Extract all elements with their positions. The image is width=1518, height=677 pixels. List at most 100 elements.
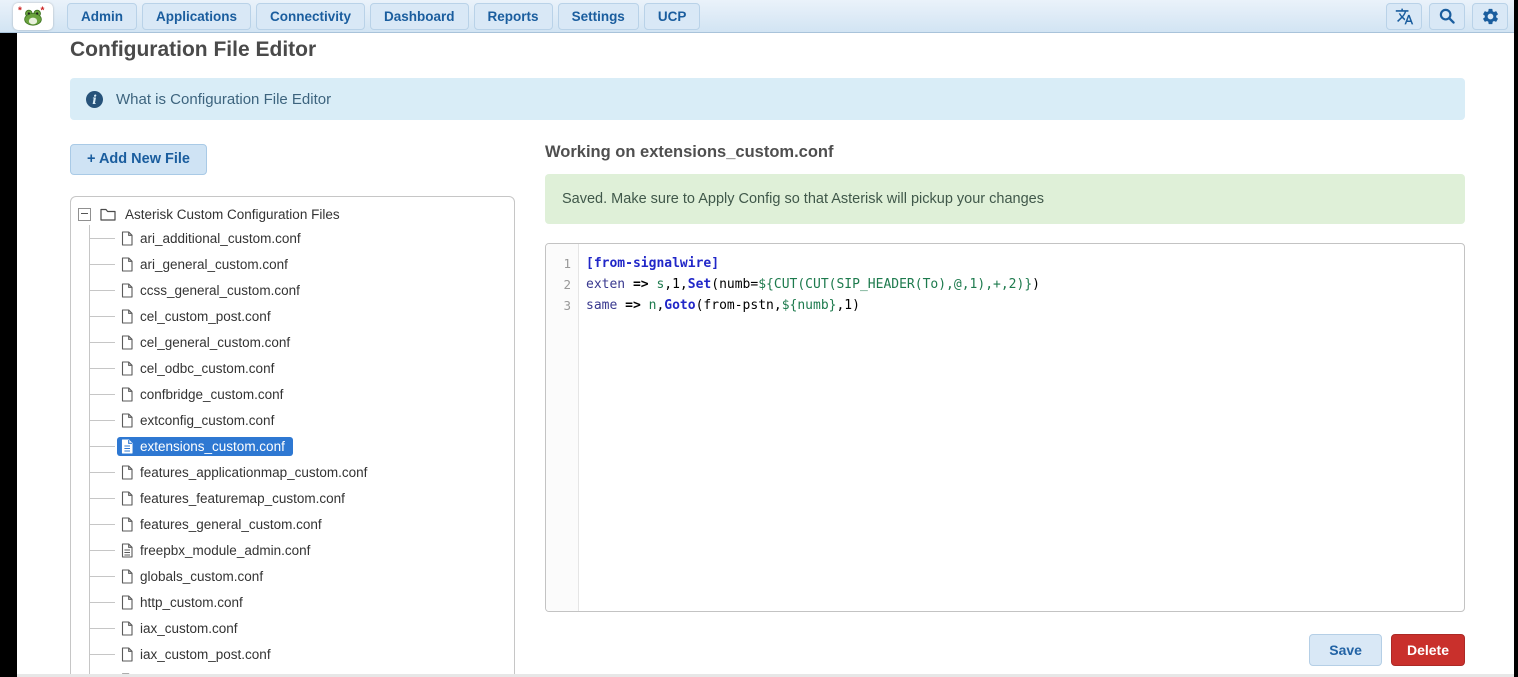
- nav-item-connectivity[interactable]: Connectivity: [256, 3, 365, 30]
- nav-item-reports[interactable]: Reports: [474, 3, 553, 30]
- nav-item-settings[interactable]: Settings: [558, 3, 639, 30]
- line-number: 2: [546, 274, 578, 295]
- info-banner[interactable]: i What is Configuration File Editor: [70, 78, 1465, 120]
- document-icon: [121, 517, 133, 532]
- tree-item-http_custom.conf[interactable]: http_custom.conf: [71, 589, 514, 615]
- freepbx-logo[interactable]: * *: [13, 3, 53, 30]
- tree-connector-line: [89, 420, 115, 421]
- tree-connector-line: [89, 602, 115, 603]
- left-black-strip: [0, 33, 17, 677]
- document-icon: [121, 283, 133, 298]
- document-icon: [121, 231, 133, 246]
- nav-item-applications[interactable]: Applications: [142, 3, 251, 30]
- tree-connector-line: [89, 550, 115, 551]
- nav-item-admin[interactable]: Admin: [67, 3, 137, 30]
- document-icon: [121, 595, 133, 610]
- tree-item-globals_custom.conf[interactable]: globals_custom.conf: [71, 563, 514, 589]
- svg-text:i: i: [92, 93, 97, 107]
- svg-text:*: *: [41, 5, 45, 16]
- nav-items: AdminApplicationsConnectivityDashboardRe…: [67, 3, 700, 30]
- document-icon: [121, 621, 133, 636]
- tree-connector-line: [89, 472, 115, 473]
- tree-item-confbridge_custom.conf[interactable]: confbridge_custom.conf: [71, 381, 514, 407]
- file-tree-panel: Asterisk Custom Configuration Files ari_…: [70, 196, 515, 677]
- save-status-banner: Saved. Make sure to Apply Config so that…: [545, 174, 1465, 224]
- tree-item-ari_general_custom.conf[interactable]: ari_general_custom.conf: [71, 251, 514, 277]
- tree-connector-line: [89, 368, 115, 369]
- tree-connector-line: [89, 342, 115, 343]
- folder-icon: [100, 208, 116, 221]
- tree-item-label: cel_custom_post.conf: [140, 309, 271, 324]
- tree-root-label: Asterisk Custom Configuration Files: [125, 207, 340, 222]
- nav-item-ucp[interactable]: UCP: [644, 3, 701, 30]
- search-button[interactable]: [1429, 3, 1465, 30]
- info-banner-text: What is Configuration File Editor: [116, 91, 331, 108]
- translate-icon: [1395, 7, 1414, 26]
- tree-item-cel_general_custom.conf[interactable]: cel_general_custom.conf: [71, 329, 514, 355]
- code-line[interactable]: exten => s,1,Set(numb=${CUT(CUT(SIP_HEAD…: [586, 274, 1456, 295]
- tree-item-extensions_custom.conf[interactable]: extensions_custom.conf: [71, 433, 514, 459]
- frog-logo-icon: * *: [18, 5, 48, 27]
- tree-item-features_applicationmap_custom.conf[interactable]: features_applicationmap_custom.conf: [71, 459, 514, 485]
- tree-item-label: features_featuremap_custom.conf: [140, 491, 345, 506]
- nav-icon-buttons: [1379, 3, 1508, 30]
- tree-item-label: confbridge_custom.conf: [140, 387, 283, 402]
- tree-item-label: cel_general_custom.conf: [140, 335, 290, 350]
- tree-item-label: cel_odbc_custom.conf: [140, 361, 274, 376]
- tree-item-ccss_general_custom.conf[interactable]: ccss_general_custom.conf: [71, 277, 514, 303]
- document-icon: [121, 361, 133, 376]
- tree-item-label: extensions_custom.conf: [140, 439, 285, 454]
- code-line[interactable]: [from-signalwire]: [586, 253, 1456, 274]
- tree-root-node[interactable]: Asterisk Custom Configuration Files: [71, 203, 514, 225]
- nav-item-dashboard[interactable]: Dashboard: [370, 3, 469, 30]
- tree-item-label: iax_custom.conf: [140, 621, 238, 636]
- tree-connector-line: [89, 628, 115, 629]
- tree-item-label: ari_additional_custom.conf: [140, 231, 301, 246]
- tree-item-label: ari_general_custom.conf: [140, 257, 288, 272]
- tree-item-freepbx_module_admin.conf[interactable]: freepbx_module_admin.conf: [71, 537, 514, 563]
- tree-item-label: iax_custom_post.conf: [140, 647, 271, 662]
- gear-icon: [1481, 7, 1500, 26]
- document-icon: [121, 413, 133, 428]
- code-lines[interactable]: [from-signalwire]exten => s,1,Set(numb=$…: [579, 244, 1464, 611]
- tree-item-cel_odbc_custom.conf[interactable]: cel_odbc_custom.conf: [71, 355, 514, 381]
- tree-connector-line: [89, 498, 115, 499]
- svg-text:*: *: [18, 5, 22, 16]
- tree-connector-line: [89, 524, 115, 525]
- document-icon: [121, 335, 133, 350]
- tree-item-ari_additional_custom.conf[interactable]: ari_additional_custom.conf: [71, 225, 514, 251]
- code-editor[interactable]: 123 [from-signalwire]exten => s,1,Set(nu…: [545, 243, 1465, 612]
- save-status-text: Saved. Make sure to Apply Config so that…: [562, 191, 1044, 207]
- code-line[interactable]: same => n,Goto(from-pstn,${numb},1): [586, 295, 1456, 316]
- top-navbar: * * AdminApplicationsConnectivityDashboa…: [0, 0, 1518, 33]
- file-tree: Asterisk Custom Configuration Files ari_…: [71, 203, 514, 677]
- page-title: Configuration File Editor: [70, 38, 316, 62]
- tree-item-label: ccss_general_custom.conf: [140, 283, 300, 298]
- gutter: 123: [546, 244, 579, 611]
- tree-items: ari_additional_custom.conf ari_general_cu…: [71, 225, 514, 677]
- tree-item-features_general_custom.conf[interactable]: features_general_custom.conf: [71, 511, 514, 537]
- save-button[interactable]: Save: [1309, 634, 1382, 666]
- tree-item-iax_custom.conf[interactable]: iax_custom.conf: [71, 615, 514, 641]
- tree-connector-line: [89, 264, 115, 265]
- gear-button[interactable]: [1472, 3, 1508, 30]
- tree-item-features_featuremap_custom.conf[interactable]: features_featuremap_custom.conf: [71, 485, 514, 511]
- document-icon: [121, 491, 133, 506]
- tree-connector-line: [89, 576, 115, 577]
- document-lines-icon: [121, 439, 133, 454]
- add-new-file-button[interactable]: + Add New File: [70, 144, 207, 175]
- tree-item-extconfig_custom.conf[interactable]: extconfig_custom.conf: [71, 407, 514, 433]
- editor-actions: Save Delete: [545, 634, 1465, 666]
- tree-item-label: features_applicationmap_custom.conf: [140, 465, 367, 480]
- tree-connector-line: [89, 446, 115, 447]
- working-on-heading: Working on extensions_custom.conf: [545, 143, 833, 162]
- document-icon: [121, 465, 133, 480]
- delete-button[interactable]: Delete: [1391, 634, 1465, 666]
- collapse-icon[interactable]: [78, 208, 91, 221]
- tree-item-cel_custom_post.conf[interactable]: cel_custom_post.conf: [71, 303, 514, 329]
- freepbx-config-file-editor-screen: * * AdminApplicationsConnectivityDashboa…: [0, 0, 1518, 677]
- translate-button[interactable]: [1386, 3, 1422, 30]
- document-lines-icon: [121, 543, 133, 558]
- tree-item-iax_custom_post.conf[interactable]: iax_custom_post.conf: [71, 641, 514, 667]
- right-black-strip: [1514, 0, 1518, 677]
